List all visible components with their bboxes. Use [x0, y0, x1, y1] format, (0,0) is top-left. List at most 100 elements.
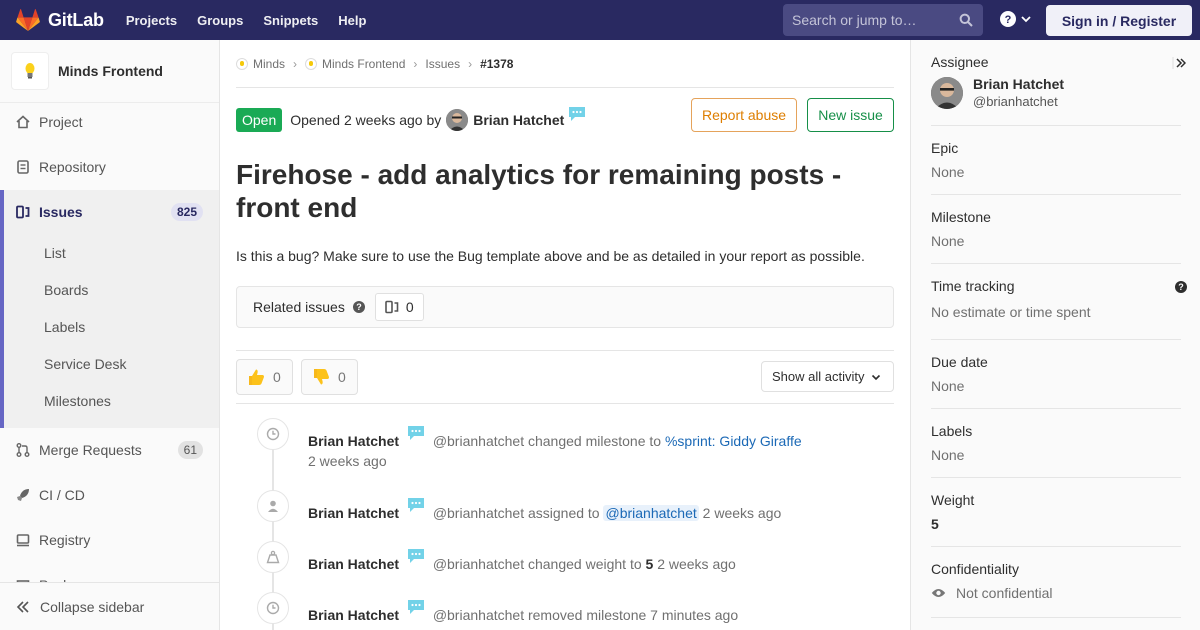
sidebar-issues-group: Issues 825 List Boards Labels Service De… [0, 190, 219, 428]
sidebar-item-label: Project [39, 114, 83, 130]
labels-value: None [931, 447, 965, 463]
sign-in-button[interactable]: Sign in / Register [1046, 5, 1192, 36]
related-issues-count[interactable]: 0 [374, 293, 424, 321]
help-dropdown[interactable]: ? [1000, 11, 1032, 27]
chevron-down-icon [872, 374, 881, 380]
event-time: 2 weeks ago [308, 453, 387, 469]
sidebar-sub-boards[interactable]: Boards [44, 282, 88, 298]
milestone-block: Milestone None [931, 209, 1181, 264]
collapse-right-sidebar-icon[interactable] [1172, 56, 1186, 70]
confidentiality-block: Confidentiality Not confidential [931, 561, 1181, 618]
sidebar-item-label: CI / CD [39, 487, 85, 503]
sidebar-item-registry[interactable]: Registry [0, 518, 219, 562]
event-handle: @brianhatchet [432, 607, 525, 623]
right-sidebar: Assignee Brian Hatchet @brianhatchet Epi… [910, 40, 1200, 630]
breadcrumb-minds-frontend[interactable]: Minds Frontend [305, 57, 405, 71]
breadcrumb-minds[interactable]: Minds [236, 57, 285, 71]
event-action: removed milestone [527, 607, 647, 623]
gitlab-logo[interactable]: GitLab [16, 9, 104, 31]
nav-snippets[interactable]: Snippets [263, 13, 318, 28]
weight-value: 5 [931, 516, 939, 532]
breadcrumb-issues[interactable]: Issues [425, 57, 460, 71]
timeline-event: Brian Hatchet @brianhatchet changed weig… [308, 549, 736, 572]
event-author[interactable]: Brian Hatchet [308, 433, 399, 449]
milestone-link[interactable]: %sprint: Giddy Giraffe [665, 433, 802, 449]
nav-groups[interactable]: Groups [197, 13, 243, 28]
question-icon[interactable]: ? [352, 301, 365, 313]
rocket-icon [16, 488, 30, 502]
labels-block: Labels None [931, 423, 1181, 478]
sidebar-item-label: Merge Requests [39, 442, 142, 458]
divider [236, 350, 894, 351]
nav-projects[interactable]: Projects [126, 13, 177, 28]
svg-text:?: ? [356, 302, 362, 312]
double-chevron-left-icon [16, 600, 29, 613]
chat-icon [407, 498, 424, 512]
epic-value: None [931, 164, 965, 180]
event-author[interactable]: Brian Hatchet [308, 556, 399, 572]
labels-label: Labels [931, 423, 973, 439]
home-icon [16, 115, 30, 129]
sidebar-item-ci-cd[interactable]: CI / CD [0, 473, 219, 517]
issues-icon [385, 300, 399, 314]
sidebar-sub-list[interactable]: List [44, 245, 66, 261]
thumbs-up-button[interactable]: 0 [236, 359, 293, 395]
timeline-event: Brian Hatchet @brianhatchet removed mile… [308, 600, 739, 623]
related-issues-label: Related issues [253, 299, 345, 315]
thumbs-down-button[interactable]: 0 [301, 359, 358, 395]
sidebar-sub-service-desk[interactable]: Service Desk [44, 356, 126, 372]
epic-block: Epic None [931, 140, 1181, 195]
author-avatar[interactable] [446, 109, 469, 131]
chat-icon [407, 600, 424, 614]
lightbulb-icon [25, 63, 35, 79]
epic-label: Epic [931, 140, 959, 156]
top-navbar: GitLab Projects Groups Snippets Help Sea… [0, 0, 1200, 40]
event-author[interactable]: Brian Hatchet [308, 505, 399, 521]
doc-icon [16, 160, 30, 174]
collapse-sidebar-button[interactable]: Collapse sidebar [0, 582, 219, 630]
author-name[interactable]: Brian Hatchet [473, 112, 564, 128]
left-sidebar: Minds Frontend Project Repository Issues… [0, 40, 220, 630]
question-icon: ? [1000, 11, 1016, 27]
confidentiality-value: Not confidential [956, 585, 1053, 601]
sidebar-item-label: Issues [39, 204, 83, 220]
breadcrumb-issue-id[interactable]: #1378 [480, 57, 513, 71]
nav-help[interactable]: Help [338, 13, 366, 28]
issues-icon [16, 205, 30, 219]
group-avatar-icon [236, 57, 248, 70]
issue-description: Is this a bug? Make sure to use the Bug … [236, 248, 865, 264]
assignee-label: Assignee [931, 54, 989, 70]
breadcrumb-separator: › [413, 56, 418, 71]
event-handle: @brianhatchet [432, 433, 525, 449]
event-author[interactable]: Brian Hatchet [308, 607, 399, 623]
weight-block: Weight 5 [931, 492, 1181, 547]
project-header[interactable]: Minds Frontend [0, 40, 219, 103]
sidebar-item-merge-requests[interactable]: Merge Requests 61 [0, 428, 219, 472]
activity-filter-dropdown[interactable]: Show all activity [761, 361, 894, 392]
new-issue-button[interactable]: New issue [807, 98, 894, 132]
sidebar-item-issues[interactable]: Issues 825 [0, 190, 219, 234]
search-input[interactable]: Search or jump to… [783, 4, 983, 36]
sidebar-item-project[interactable]: Project [0, 100, 219, 144]
sidebar-sub-milestones[interactable]: Milestones [44, 393, 111, 409]
breadcrumb-separator: › [468, 56, 473, 71]
event-action: changed weight to [527, 556, 642, 572]
user-icon [257, 490, 289, 522]
opened-text: Opened 2 weeks ago by [290, 112, 442, 128]
chat-icon [569, 107, 586, 121]
assignee-row[interactable]: Brian Hatchet @brianhatchet [931, 76, 1181, 109]
assignee-handle: @brianhatchet [973, 94, 1058, 109]
timeline-event: Brian Hatchet @brianhatchet changed mile… [308, 426, 802, 449]
user-mention[interactable]: @brianhatchet [603, 505, 699, 521]
project-avatar [11, 52, 49, 90]
weight-icon [257, 541, 289, 573]
question-icon[interactable]: ? [1175, 281, 1187, 293]
event-time: 7 minutes ago [650, 607, 739, 623]
report-abuse-button[interactable]: Report abuse [691, 98, 797, 132]
sidebar-sub-labels[interactable]: Labels [44, 319, 85, 335]
event-handle: @brianhatchet [432, 556, 525, 572]
event-handle: @brianhatchet [432, 505, 525, 521]
weight-label: Weight [931, 492, 975, 508]
project-name: Minds Frontend [58, 63, 163, 79]
sidebar-item-repository[interactable]: Repository [0, 145, 219, 189]
